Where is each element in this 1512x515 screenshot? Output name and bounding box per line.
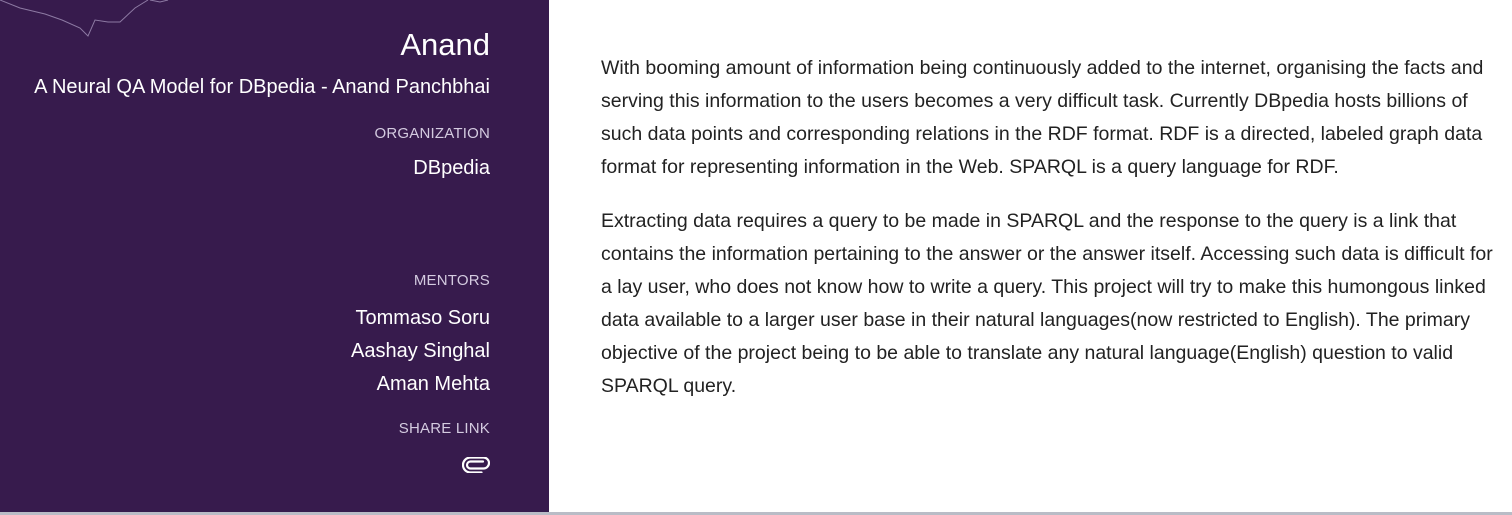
- share-link-label: SHARE LINK: [398, 420, 490, 437]
- description-paragraph: With booming amount of information being…: [601, 57, 1484, 178]
- decorative-network-graphic: [0, 0, 169, 37]
- student-name: Anand: [400, 27, 490, 62]
- organization-label: ORGANIZATION: [374, 125, 490, 142]
- mentor-name: Aashay Singhal: [351, 340, 490, 362]
- description-paragraph: Extracting data requires a query to be m…: [601, 210, 1493, 397]
- mentors-list: Tommaso Soru Aashay Singhal Aman Mehta: [351, 302, 490, 401]
- organization-name: DBpedia: [413, 157, 490, 179]
- mentor-name: Aman Mehta: [376, 373, 490, 395]
- mentor-name: Tommaso Soru: [355, 307, 491, 329]
- paperclip-icon: [462, 457, 490, 473]
- project-sidebar: Anand A Neural QA Model for DBpedia - An…: [0, 0, 549, 512]
- project-description: With booming amount of information being…: [601, 52, 1493, 424]
- share-link-button[interactable]: [460, 454, 490, 476]
- mentors-label: MENTORS: [413, 272, 490, 289]
- project-title: A Neural QA Model for DBpedia - Anand Pa…: [34, 76, 490, 98]
